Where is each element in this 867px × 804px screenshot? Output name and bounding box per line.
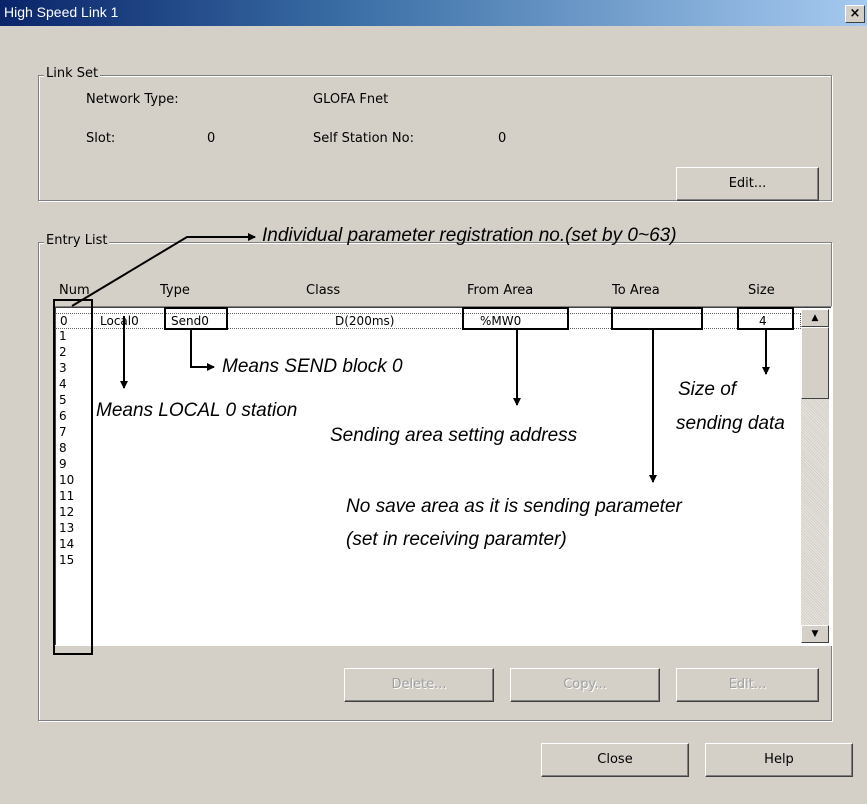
table-row[interactable]: 15 [55,553,801,569]
row-num: 6 [59,409,67,423]
row-num: 7 [59,425,67,439]
annotation-no-save-line1: No save area as it is sending parameter [346,496,682,517]
annotation-size-line2: sending data [676,413,785,434]
row-num: 11 [59,489,75,503]
slot-label: Slot: [86,131,116,146]
column-header-type: Type [160,283,190,298]
slot-value: 0 [207,131,216,146]
annotation-no-save-line2: (set in receiving paramter) [346,529,567,550]
table-row[interactable]: 0 Local0 Send0 D(200ms) %MW0 4 [55,313,801,329]
annotation-size-line1: Size of [678,379,737,400]
row-num: 4 [59,377,67,391]
row-num: 12 [59,505,75,519]
close-button[interactable]: Close [541,743,689,777]
table-row[interactable]: 10 [55,473,801,489]
row-num: 10 [59,473,75,487]
self-station-value: 0 [498,131,507,146]
row-num: 3 [59,361,67,375]
entry-edit-button[interactable]: Edit... [676,668,819,702]
table-row[interactable]: 3 [55,361,801,377]
copy-button[interactable]: Copy... [510,668,660,702]
high-speed-link-dialog: High Speed Link 1 × Link Set Network Typ… [0,0,867,804]
link-set-legend: Link Set [44,66,101,81]
column-header-class: Class [306,283,341,298]
scroll-thumb[interactable] [801,327,829,399]
self-station-label: Self Station No: [313,131,414,146]
window-title: High Speed Link 1 [4,4,119,20]
table-row[interactable]: 1 [55,329,801,345]
row-class: D(200ms) [335,314,395,328]
annotation-local-station: Means LOCAL 0 station [96,400,298,421]
close-window-button[interactable]: × [845,5,865,23]
row-size: 4 [759,314,767,328]
entry-list-box[interactable]: 0 Local0 Send0 D(200ms) %MW0 4 1 2 3 4 5… [54,306,832,646]
row-num: 14 [59,537,75,551]
row-type: Send0 [171,314,209,328]
annotation-sending-area: Sending area setting address [330,425,578,446]
column-header-size: Size [748,283,775,298]
delete-button[interactable]: Delete... [344,668,494,702]
row-num: 5 [59,393,67,407]
vertical-scrollbar[interactable]: ▲ ▼ [801,309,829,643]
table-row[interactable]: 2 [55,345,801,361]
column-header-num: Num [59,283,90,298]
scroll-down-arrow-icon[interactable]: ▼ [801,625,829,643]
row-num: 2 [59,345,67,359]
help-button[interactable]: Help [705,743,853,777]
table-row[interactable]: 9 [55,457,801,473]
column-header-to-area: To Area [612,283,660,298]
row-station: Local0 [100,314,139,328]
network-type-label: Network Type: [86,92,179,107]
scroll-up-arrow-icon[interactable]: ▲ [801,309,829,327]
network-type-value: GLOFA Fnet [313,92,389,107]
row-num: 1 [59,329,67,343]
annotation-registration: Individual parameter registration no.(se… [262,225,677,246]
column-header-from-area: From Area [467,283,534,298]
entry-list-legend: Entry List [44,233,110,248]
row-num: 9 [59,457,67,471]
row-num: 13 [59,521,75,535]
row-from-area: %MW0 [480,314,522,328]
row-num: 0 [60,314,68,328]
annotation-send-block: Means SEND block 0 [222,356,403,377]
row-num: 8 [59,441,67,455]
link-set-edit-button[interactable]: Edit... [676,167,819,201]
row-num: 15 [59,553,75,567]
title-bar[interactable]: High Speed Link 1 × [0,0,867,26]
